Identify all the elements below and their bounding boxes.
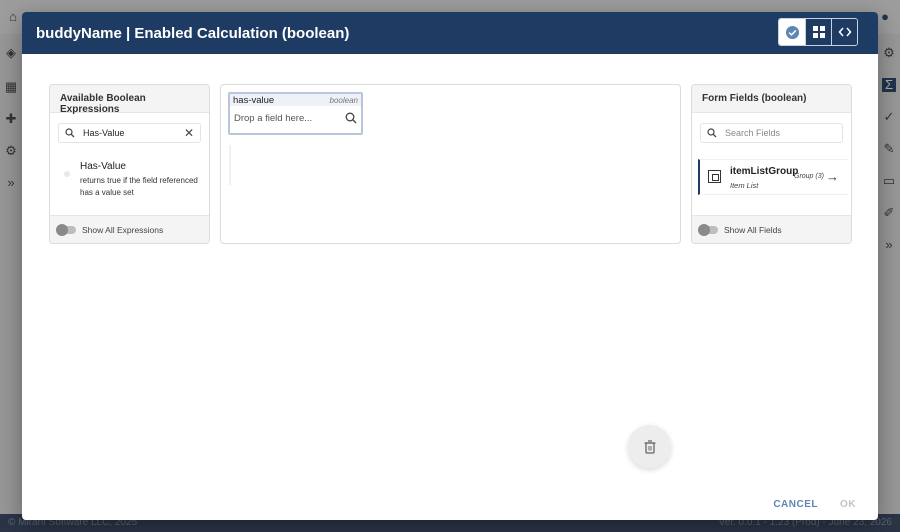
- block-type: boolean: [329, 95, 358, 105]
- fields-footer: Show All Fields: [692, 215, 851, 243]
- expression-radio[interactable]: [64, 171, 70, 177]
- expressions-panel-title: Available Boolean Expressions: [50, 85, 209, 115]
- show-all-expressions-label: Show All Expressions: [82, 224, 164, 235]
- delete-button[interactable]: [628, 425, 671, 468]
- drop-placeholder: Drop a field here...: [234, 112, 313, 124]
- expression-item[interactable]: Has-Value returns true if the field refe…: [50, 161, 209, 199]
- ok-button[interactable]: OK: [840, 499, 856, 510]
- field-name: itemListGroup: [730, 166, 799, 177]
- expression-name: Has-Value: [80, 161, 126, 172]
- dialog-title: buddyName | Enabled Calculation (boolean…: [36, 24, 350, 42]
- group-icon: [708, 170, 721, 183]
- arrow-right-icon[interactable]: →: [826, 169, 839, 184]
- expression-canvas[interactable]: has-value boolean Drop a field here...: [220, 84, 681, 244]
- field-item[interactable]: itemListGroup Item List Group (3) →: [698, 159, 848, 195]
- field-drop-zone[interactable]: Drop a field here...: [230, 106, 361, 124]
- code-icon: [838, 27, 851, 37]
- blocks-mode-button[interactable]: [805, 19, 831, 45]
- check-circle-icon: [785, 25, 799, 39]
- calculation-dialog: buddyName | Enabled Calculation (boolean…: [22, 12, 878, 520]
- cancel-button[interactable]: CANCEL: [773, 499, 818, 510]
- show-all-fields-label: Show All Fields: [724, 224, 782, 235]
- connector-line: [229, 145, 231, 185]
- field-search-input[interactable]: Search Fields: [725, 128, 836, 138]
- field-meta: Group (3): [794, 173, 824, 180]
- expressions-footer: Show All Expressions: [50, 215, 209, 243]
- show-all-expressions-toggle[interactable]: [56, 223, 76, 236]
- clear-search-icon[interactable]: ✕: [184, 126, 194, 140]
- trash-icon: [644, 439, 655, 454]
- fields-panel: Form Fields (boolean) Search Fields item…: [691, 84, 852, 244]
- field-subtype: Item List: [730, 181, 759, 190]
- check-mode-button[interactable]: [779, 19, 805, 45]
- block-header: has-value boolean: [230, 94, 361, 106]
- block-name: has-value: [233, 94, 275, 106]
- search-icon: [65, 128, 75, 138]
- expression-search[interactable]: Has-Value ✕: [58, 123, 201, 143]
- code-mode-button[interactable]: [831, 19, 857, 45]
- search-icon[interactable]: [345, 112, 357, 124]
- dialog-actions: CANCEL OK: [773, 499, 856, 510]
- fields-panel-title: Form Fields (boolean): [692, 85, 851, 113]
- expressions-panel: Available Boolean Expressions Has-Value …: [49, 84, 210, 244]
- field-search[interactable]: Search Fields: [700, 123, 843, 143]
- blocks-icon: [812, 26, 825, 38]
- view-mode-toolbar: [778, 18, 858, 46]
- search-icon: [707, 128, 717, 138]
- expression-search-input[interactable]: Has-Value: [83, 128, 184, 138]
- has-value-block[interactable]: has-value boolean Drop a field here...: [228, 92, 363, 135]
- expression-description: returns true if the field referenced has…: [80, 176, 198, 197]
- dialog-header: buddyName | Enabled Calculation (boolean…: [22, 12, 878, 54]
- show-all-fields-toggle[interactable]: [698, 223, 718, 236]
